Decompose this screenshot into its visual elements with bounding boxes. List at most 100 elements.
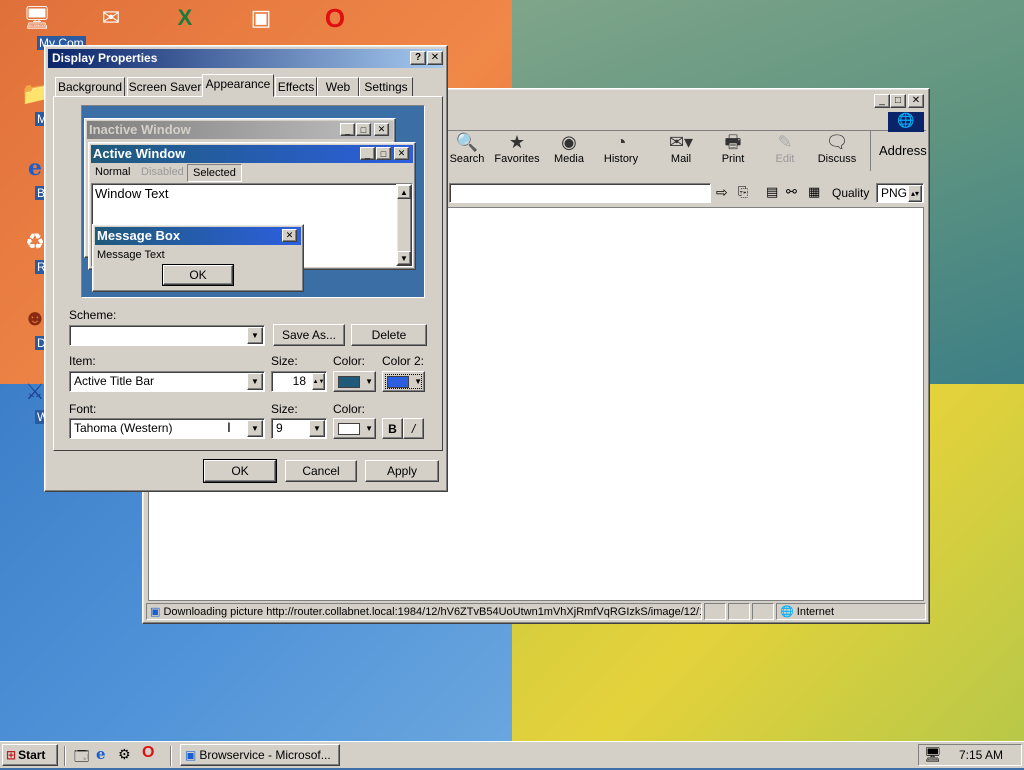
status-pane bbox=[704, 603, 726, 620]
delete-button[interactable]: Delete bbox=[351, 324, 427, 346]
maximize-icon: □ bbox=[376, 147, 391, 160]
toolbar-search[interactable]: 🔍 Search bbox=[440, 131, 494, 171]
chevron-down-icon: ▼ bbox=[414, 377, 422, 386]
task-button-browservice[interactable]: ▣ Browservice - Microsof... bbox=[180, 744, 340, 766]
tab-background[interactable]: Background bbox=[55, 77, 125, 97]
quicklaunch-desktop-icon[interactable]: 🗔 bbox=[74, 746, 89, 770]
item-color-button[interactable]: ▼ bbox=[333, 371, 376, 392]
tab-effects[interactable]: Effects bbox=[275, 77, 317, 97]
zone-pane: 🌐 Internet bbox=[776, 603, 926, 620]
desktop-icon-outlook[interactable]: ✉ bbox=[76, 2, 146, 36]
dialog-titlebar[interactable]: Display Properties ? ✕ bbox=[48, 49, 444, 68]
toolbar-favorites[interactable]: ★ Favorites bbox=[490, 131, 544, 171]
quality-select[interactable]: PNG ▴▾ bbox=[876, 183, 924, 203]
close-icon: ✕ bbox=[282, 229, 297, 242]
quicklaunch-app-icon[interactable]: ⚙ bbox=[118, 746, 131, 763]
cancel-button[interactable]: Cancel bbox=[285, 460, 357, 482]
item-color2-label: Color 2: bbox=[382, 354, 425, 368]
scroll-down-icon: ▼ bbox=[397, 251, 411, 265]
save-as-button[interactable]: Save As... bbox=[273, 324, 345, 346]
window-text: Window Text bbox=[95, 186, 169, 201]
separator bbox=[170, 746, 172, 766]
font-select[interactable]: Tahoma (Western) I ▼ bbox=[69, 418, 265, 439]
quicklaunch-ie-icon[interactable]: e bbox=[96, 745, 106, 763]
close-button[interactable]: ✕ bbox=[908, 94, 924, 108]
desktop-icon-my-computer[interactable]: 🖥 My Com bbox=[2, 2, 86, 50]
item-size-spinner[interactable]: 18 ▲▼ bbox=[271, 371, 327, 392]
chevron-down-icon[interactable]: ▼ bbox=[247, 420, 263, 437]
globe-icon: 🌐 bbox=[780, 606, 794, 618]
chevron-down-icon[interactable]: ▼ bbox=[309, 420, 325, 437]
tab-appearance[interactable]: Appearance bbox=[202, 74, 274, 97]
text-cursor-icon: I bbox=[227, 419, 231, 435]
item-color2-button[interactable]: ▼ bbox=[382, 371, 425, 392]
throbber-icon: 🌐 bbox=[888, 112, 924, 132]
font-size-select[interactable]: 9 ▼ bbox=[271, 418, 327, 439]
history-icon: ◔ bbox=[615, 132, 627, 152]
toolbar-media[interactable]: ◉ Media bbox=[542, 131, 596, 171]
excel-icon: X bbox=[177, 5, 193, 30]
tab-web[interactable]: Web bbox=[317, 77, 359, 97]
display-settings-icon[interactable]: 🖥 bbox=[924, 746, 942, 763]
item-select[interactable]: Active Title Bar ▼ bbox=[69, 371, 265, 392]
minimize-button[interactable]: _ bbox=[874, 94, 890, 108]
toolbar-mail[interactable]: ✉▾ Mail bbox=[654, 131, 708, 171]
bold-button[interactable]: B bbox=[382, 418, 403, 439]
media-icon: ◉ bbox=[561, 132, 577, 152]
spinner-icon[interactable]: ▴▾ bbox=[908, 185, 922, 202]
opera-icon: O bbox=[324, 2, 346, 33]
scroll-up-icon: ▲ bbox=[397, 185, 411, 199]
menu-disabled: Disabled bbox=[141, 166, 184, 178]
chevron-down-icon: ▼ bbox=[365, 424, 373, 433]
status-text: ▣ Downloading picture http://router.coll… bbox=[146, 603, 702, 620]
edit-icon: ✎ bbox=[777, 132, 793, 152]
desktop-icon-excel[interactable]: X bbox=[150, 2, 220, 36]
windows-logo-icon: ⊞ bbox=[6, 748, 17, 762]
quicklaunch-opera-icon[interactable]: O bbox=[142, 744, 154, 762]
outlook-icon: ✉ bbox=[101, 5, 121, 30]
chevron-down-icon[interactable]: ▼ bbox=[247, 327, 263, 344]
ok-button[interactable]: OK bbox=[203, 459, 277, 483]
search-icon: 🔍 bbox=[455, 132, 479, 152]
chevron-down-icon: ▼ bbox=[365, 377, 373, 386]
desktop-icon-opera[interactable]: O bbox=[300, 2, 370, 36]
tab-settings[interactable]: Settings bbox=[359, 77, 413, 97]
bookmark-icon[interactable]: ⎘ bbox=[738, 184, 748, 200]
maximize-icon: □ bbox=[356, 123, 371, 136]
chevron-down-icon[interactable]: ▼ bbox=[247, 373, 263, 390]
toolbar-history[interactable]: ◔ History bbox=[594, 131, 648, 171]
print-icon: 🖶 bbox=[724, 132, 742, 152]
font-color-button[interactable]: ▼ bbox=[333, 418, 376, 439]
spinner-icon[interactable]: ▲▼ bbox=[312, 373, 325, 390]
item-size-label: Size: bbox=[271, 354, 298, 368]
url-input[interactable] bbox=[449, 183, 711, 203]
app-icon: ▣ bbox=[250, 5, 272, 30]
maximize-button[interactable]: □ bbox=[890, 94, 906, 108]
tab-screen-saver[interactable]: Screen Saver bbox=[127, 77, 203, 97]
close-button[interactable]: ✕ bbox=[427, 51, 443, 65]
italic-button[interactable]: / bbox=[403, 418, 424, 439]
preview-message-box: Message Box ✕ Message Text OK bbox=[92, 224, 304, 292]
status-pane bbox=[728, 603, 750, 620]
item-color-label: Color: bbox=[333, 354, 366, 368]
binoculars-icon[interactable]: ⚯ bbox=[786, 184, 797, 200]
page-icon: ▣ bbox=[150, 606, 161, 618]
apply-button[interactable]: Apply bbox=[365, 460, 439, 482]
desktop-icon-microsoft[interactable]: ▣ bbox=[226, 2, 296, 36]
msgbox-title: Message Box bbox=[95, 227, 301, 245]
item-color2-swatch bbox=[386, 375, 409, 388]
taskbar: ⊞ Start 🗔 e ⚙ O ▣ Browservice - Microsof..… bbox=[0, 741, 1024, 768]
clipboard-icon[interactable]: ▦ bbox=[808, 184, 820, 200]
toolbar-discuss[interactable]: 🗨 Discuss bbox=[810, 131, 864, 171]
go-arrow-icon[interactable]: ⇨ bbox=[716, 184, 728, 201]
help-button[interactable]: ? bbox=[410, 51, 426, 65]
clock[interactable]: 7:15 AM bbox=[959, 748, 1003, 762]
toolbar-print[interactable]: 🖶 Print bbox=[706, 131, 760, 171]
scheme-select[interactable]: ▼ bbox=[69, 325, 265, 346]
start-button[interactable]: ⊞ Start bbox=[2, 744, 58, 766]
find-icon[interactable]: ▤ bbox=[766, 184, 778, 200]
msgbox-ok-button: OK bbox=[162, 264, 234, 286]
minimize-icon: _ bbox=[360, 147, 375, 160]
font-size-label: Size: bbox=[271, 402, 298, 416]
toolbar-edit[interactable]: ✎ Edit bbox=[758, 131, 812, 171]
